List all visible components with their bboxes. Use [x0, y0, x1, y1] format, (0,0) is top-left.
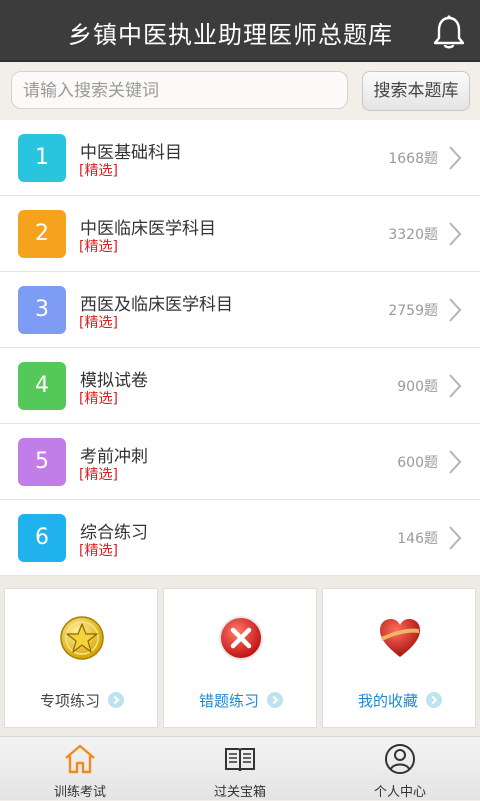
list-item[interactable]: 4 模拟试卷 [精选] 900题	[0, 348, 480, 424]
index-badge: 2	[18, 210, 66, 258]
app-header: 乡镇中医执业助理医师总题库	[0, 0, 480, 62]
card-label: 专项练习	[5, 690, 159, 711]
practice-cards: 专项练习 错题练习 我的收藏	[0, 576, 480, 736]
list-item[interactable]: 6 综合练习 [精选] 146题	[0, 500, 480, 576]
index-badge: 4	[18, 362, 66, 410]
red-x-icon	[219, 616, 263, 660]
search-input[interactable]	[21, 80, 345, 102]
chevron-right-icon	[449, 526, 462, 550]
featured-tag: [精选]	[79, 543, 118, 559]
index-badge: 3	[18, 286, 66, 334]
card-label: 我的收藏	[323, 690, 477, 711]
page-title: 乡镇中医执业助理医师总题库	[68, 21, 393, 49]
question-count: 3320题	[388, 227, 438, 243]
chevron-right-icon	[449, 146, 462, 170]
book-icon	[225, 748, 255, 772]
list-item[interactable]: 3 西医及临床医学科目 [精选] 2759题	[0, 272, 480, 348]
chevron-right-icon	[449, 450, 462, 474]
list-item[interactable]: 5 考前冲刺 [精选] 600题	[0, 424, 480, 500]
search-button[interactable]: 搜索本题库	[362, 71, 470, 111]
tab-training[interactable]: 训练考试	[0, 737, 160, 801]
question-count: 600题	[397, 455, 438, 471]
list-item[interactable]: 1 中医基础科目 [精选] 1668题	[0, 120, 480, 196]
featured-tag: [精选]	[79, 239, 118, 255]
tab-label: 个人中心	[373, 785, 426, 800]
tab-label: 过关宝箱	[213, 785, 266, 800]
star-badge-icon	[60, 616, 104, 660]
chevron-right-icon	[449, 222, 462, 246]
question-count: 1668题	[388, 151, 438, 167]
wrong-practice-card[interactable]: 错题练习	[163, 588, 317, 728]
bell-icon[interactable]	[432, 14, 466, 50]
featured-tag: [精选]	[79, 467, 118, 483]
bottom-tab-bar: 训练考试 过关宝箱 个人中心	[0, 736, 480, 800]
arrow-right-icon	[108, 692, 124, 708]
arrow-right-icon	[426, 692, 442, 708]
favorites-card[interactable]: 我的收藏	[322, 588, 476, 728]
featured-tag: [精选]	[79, 163, 118, 179]
card-label: 错题练习	[164, 690, 318, 711]
index-badge: 5	[18, 438, 66, 486]
tab-treasure-box[interactable]: 过关宝箱	[160, 737, 320, 801]
search-field[interactable]	[11, 71, 348, 109]
question-count: 900题	[397, 379, 438, 395]
heart-icon	[380, 619, 420, 657]
user-icon	[385, 744, 415, 774]
featured-tag: [精选]	[79, 315, 118, 331]
index-badge: 1	[18, 134, 66, 182]
subject-list: 1 中医基础科目 [精选] 1668题 2 中医临床医学科目 [精选] 3320…	[0, 120, 480, 576]
featured-tag: [精选]	[79, 391, 118, 407]
search-bar: 搜索本题库	[0, 62, 480, 120]
chevron-right-icon	[449, 374, 462, 398]
special-practice-card[interactable]: 专项练习	[4, 588, 158, 728]
arrow-right-icon	[267, 692, 283, 708]
question-count: 2759题	[388, 303, 438, 319]
home-icon	[65, 744, 95, 774]
list-item[interactable]: 2 中医临床医学科目 [精选] 3320题	[0, 196, 480, 272]
index-badge: 6	[18, 514, 66, 562]
chevron-right-icon	[449, 298, 462, 322]
tab-label: 训练考试	[53, 785, 106, 800]
question-count: 146题	[397, 531, 438, 547]
tab-personal-center[interactable]: 个人中心	[320, 737, 480, 801]
